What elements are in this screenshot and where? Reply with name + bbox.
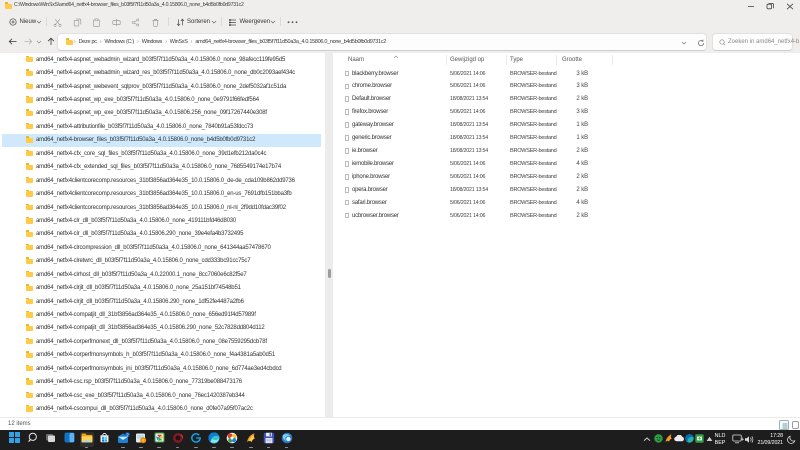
svg-text:2: 2 [126,432,129,437]
